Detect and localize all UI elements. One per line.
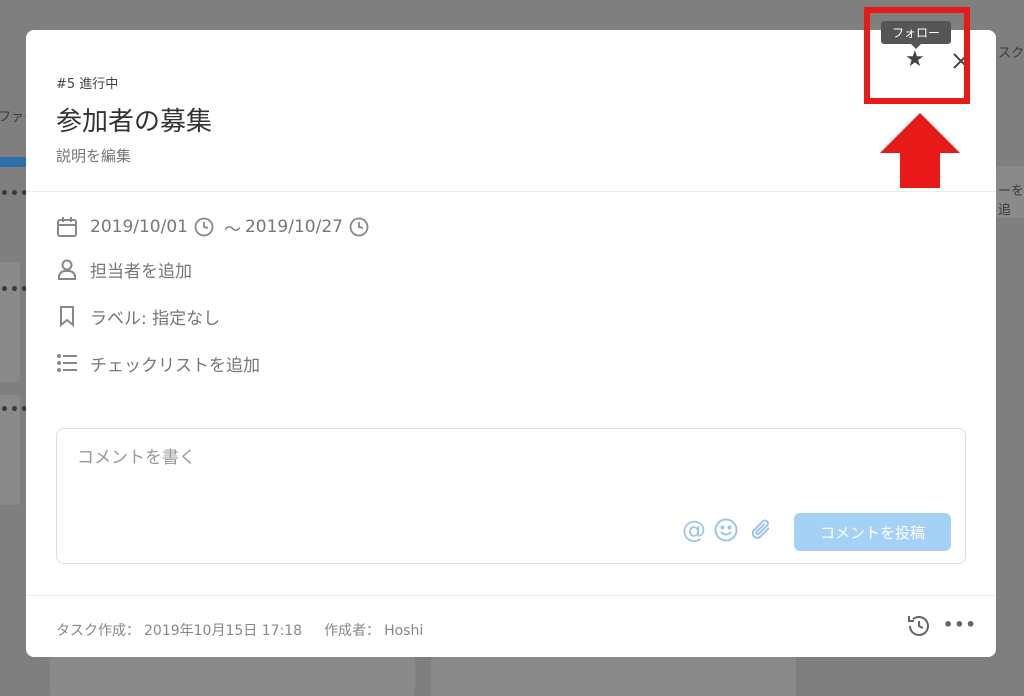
- label-row[interactable]: ラベル: 指定なし: [56, 303, 220, 329]
- assignee-row[interactable]: 担当者を追加: [56, 256, 192, 282]
- start-date[interactable]: 2019/10/01: [90, 217, 188, 237]
- user-icon: [56, 258, 78, 280]
- mention-icon[interactable]: @: [681, 517, 707, 543]
- bg-column-header-bar: [0, 157, 26, 167]
- comment-box: @ コメントを投稿: [56, 428, 966, 564]
- modal-header: #5 進行中 参加者の募集 説明を編集 フォロー ★: [26, 21, 996, 192]
- created-at: 2019年10月15日 17:18: [144, 623, 303, 639]
- bg-add-label: ーを追: [998, 184, 1024, 218]
- calendar-icon: [56, 216, 78, 238]
- created-label: タスク作成：: [56, 623, 140, 639]
- author-name: Hoshi: [384, 623, 424, 639]
- end-date[interactable]: 2019/10/27: [245, 217, 343, 237]
- post-comment-button[interactable]: コメントを投稿: [794, 513, 951, 551]
- highlight-box: [864, 7, 970, 104]
- date-row: 2019/10/01 ～ 2019/10/27: [56, 214, 375, 240]
- task-status: #5 進行中: [56, 77, 119, 92]
- clock-icon[interactable]: [349, 217, 369, 237]
- bg-card: [0, 262, 20, 382]
- emoji-icon[interactable]: [713, 517, 739, 543]
- edit-description-link[interactable]: 説明を編集: [56, 145, 131, 166]
- date-range-separator: ～: [223, 219, 241, 240]
- arrow-up-icon: [880, 113, 960, 188]
- list-icon: [56, 352, 78, 374]
- bookmark-icon: [56, 305, 78, 327]
- add-assignee-label: 担当者を追加: [90, 261, 192, 282]
- task-created-info: タスク作成： 2019年10月15日 17:18 作成者： Hoshi: [56, 620, 427, 640]
- task-title[interactable]: 参加者の募集: [56, 101, 212, 138]
- task-detail-modal: #5 進行中 参加者の募集 説明を編集 フォロー ★ 2019/10/01 ～ …: [26, 21, 996, 657]
- attachment-icon[interactable]: [749, 517, 775, 543]
- add-checklist-label: チェックリストを追加: [90, 355, 260, 376]
- bg-column: [431, 657, 796, 696]
- label-value: ラベル: 指定なし: [90, 308, 221, 329]
- bg-task-label: スク: [998, 46, 1024, 61]
- comment-input[interactable]: [77, 443, 937, 493]
- clock-icon[interactable]: [194, 217, 214, 237]
- author-label: 作成者：: [324, 623, 381, 639]
- history-icon[interactable]: [906, 613, 932, 639]
- modal-footer: タスク作成： 2019年10月15日 17:18 作成者： Hoshi •••: [26, 595, 996, 657]
- bg-column: [50, 657, 415, 696]
- more-options-icon[interactable]: •••: [943, 615, 977, 634]
- checklist-row[interactable]: チェックリストを追加: [56, 350, 260, 376]
